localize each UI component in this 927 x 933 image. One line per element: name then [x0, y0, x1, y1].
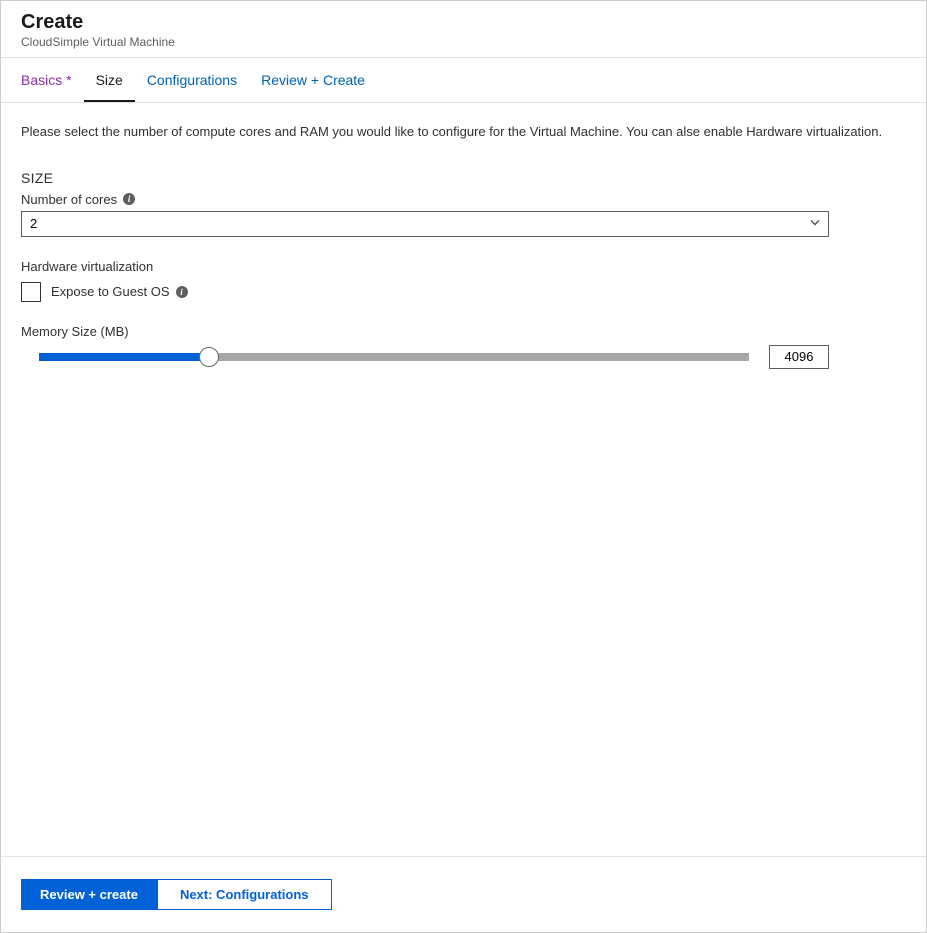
memory-slider-thumb[interactable] [199, 347, 219, 367]
cores-select[interactable]: 2 [21, 211, 829, 237]
expose-guest-os-label-text: Expose to Guest OS [51, 284, 170, 299]
size-section-heading: SIZE [21, 170, 906, 186]
tab-basics[interactable]: Basics * [9, 58, 84, 102]
expose-guest-os-checkbox[interactable] [21, 282, 41, 302]
memory-slider-fill [39, 353, 209, 361]
expose-guest-os-label: Expose to Guest OS i [51, 284, 188, 299]
page-title: Create [21, 11, 906, 34]
memory-size-label: Memory Size (MB) [21, 324, 906, 339]
create-vm-panel: Create CloudSimple Virtual Machine Basic… [0, 0, 927, 933]
tab-configurations[interactable]: Configurations [135, 58, 249, 102]
page-subtitle: CloudSimple Virtual Machine [21, 35, 906, 49]
cores-select-wrap: 2 [21, 211, 829, 237]
info-icon[interactable]: i [123, 193, 135, 205]
cores-label-text: Number of cores [21, 192, 117, 207]
expose-guest-os-row: Expose to Guest OS i [21, 282, 906, 302]
tab-review-create[interactable]: Review + Create [249, 58, 377, 102]
hw-virtualization-heading: Hardware virtualization [21, 259, 906, 274]
next-configurations-button[interactable]: Next: Configurations [157, 879, 332, 910]
size-description: Please select the number of compute core… [21, 123, 906, 142]
cores-label: Number of cores i [21, 192, 906, 207]
info-icon[interactable]: i [176, 286, 188, 298]
memory-value-input[interactable] [769, 345, 829, 369]
wizard-footer: Review + create Next: Configurations [1, 856, 926, 932]
memory-slider-row [21, 345, 906, 369]
panel-header: Create CloudSimple Virtual Machine [1, 1, 926, 58]
tab-size[interactable]: Size [84, 58, 135, 102]
size-tab-content: Please select the number of compute core… [1, 103, 926, 856]
review-create-button[interactable]: Review + create [21, 879, 157, 910]
memory-slider[interactable] [39, 353, 749, 361]
wizard-tabs: Basics * Size Configurations Review + Cr… [1, 58, 926, 103]
